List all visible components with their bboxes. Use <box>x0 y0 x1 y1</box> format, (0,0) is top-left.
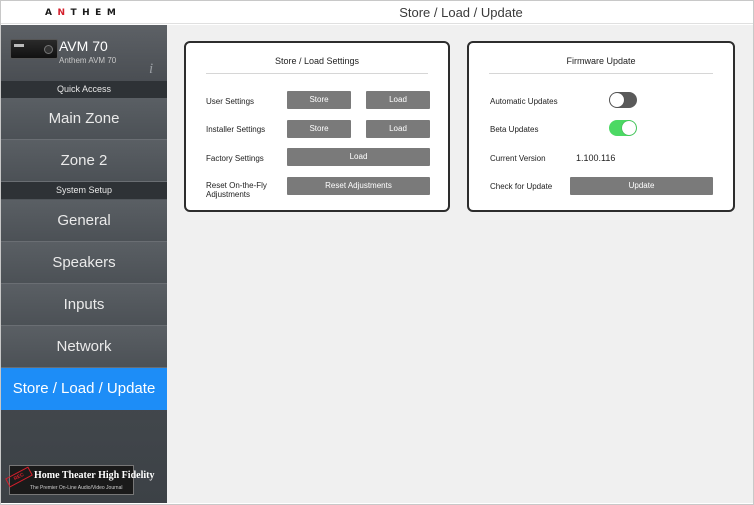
automatic-updates-label: Automatic Updates <box>490 97 558 106</box>
user-settings-label: User Settings <box>206 97 255 106</box>
badge-title: Home Theater High Fidelity <box>34 470 155 481</box>
section-header-quick-access: Quick Access <box>1 81 167 98</box>
info-icon[interactable]: i <box>149 61 153 78</box>
sidebar-item-network[interactable]: Network <box>1 326 167 368</box>
factory-load-button[interactable]: Load <box>287 148 430 166</box>
sidebar: AVM 70 Anthem AVM 70 i Quick Access Main… <box>1 25 167 503</box>
divider <box>489 73 713 74</box>
card-title: Store / Load Settings <box>274 56 360 66</box>
divider <box>206 73 428 74</box>
check-for-update-label: Check for Update <box>490 182 553 191</box>
current-version-value: 1.100.116 <box>576 153 616 163</box>
badge-subtitle: The Premier On-Line Audio/Video Journal <box>30 485 123 491</box>
reset-adjustments-button[interactable]: Reset Adjustments <box>287 177 430 195</box>
installer-settings-label: Installer Settings <box>206 125 266 134</box>
installer-load-button[interactable]: Load <box>366 120 430 138</box>
sidebar-item-store-load-update[interactable]: Store / Load / Update <box>1 368 167 410</box>
section-header-system-setup: System Setup <box>1 182 167 199</box>
user-store-button[interactable]: Store <box>287 91 351 109</box>
update-button[interactable]: Update <box>570 177 713 195</box>
sidebar-item-speakers[interactable]: Speakers <box>1 242 167 284</box>
toggle-knob <box>610 93 624 107</box>
automatic-updates-toggle[interactable] <box>609 92 637 108</box>
beta-updates-toggle[interactable] <box>609 120 637 136</box>
toggle-knob <box>622 121 636 135</box>
current-version-label: Current Version <box>490 154 546 163</box>
sidebar-item-main-zone[interactable]: Main Zone <box>1 98 167 140</box>
store-load-card: Store / Load Settings User Settings Stor… <box>184 41 450 212</box>
sidebar-item-general[interactable]: General <box>1 200 167 242</box>
reset-adjustments-label: Reset On-the-Fly Adjustments <box>206 181 267 199</box>
device-image <box>10 39 58 59</box>
badge-stamp: REC <box>5 466 33 488</box>
beta-updates-label: Beta Updates <box>490 125 539 134</box>
card-title: Firmware Update <box>566 56 636 66</box>
device-header[interactable]: AVM 70 Anthem AVM 70 i <box>1 25 167 81</box>
brand-logo: ANTHEM <box>45 8 122 18</box>
factory-settings-label: Factory Settings <box>206 154 264 163</box>
review-badge: REC Home Theater High Fidelity The Premi… <box>5 465 154 495</box>
device-name: AVM 70 <box>59 38 108 54</box>
device-model: Anthem AVM 70 <box>59 56 117 65</box>
installer-store-button[interactable]: Store <box>287 120 351 138</box>
user-load-button[interactable]: Load <box>366 91 430 109</box>
firmware-card: Firmware Update Automatic Updates Beta U… <box>467 41 735 212</box>
page-title: Store / Load / Update <box>399 5 523 20</box>
sidebar-item-inputs[interactable]: Inputs <box>1 284 167 326</box>
main-content: Store / Load Settings User Settings Stor… <box>167 25 753 503</box>
top-bar: ANTHEM Store / Load / Update <box>1 1 753 24</box>
sidebar-item-zone-2[interactable]: Zone 2 <box>1 140 167 182</box>
